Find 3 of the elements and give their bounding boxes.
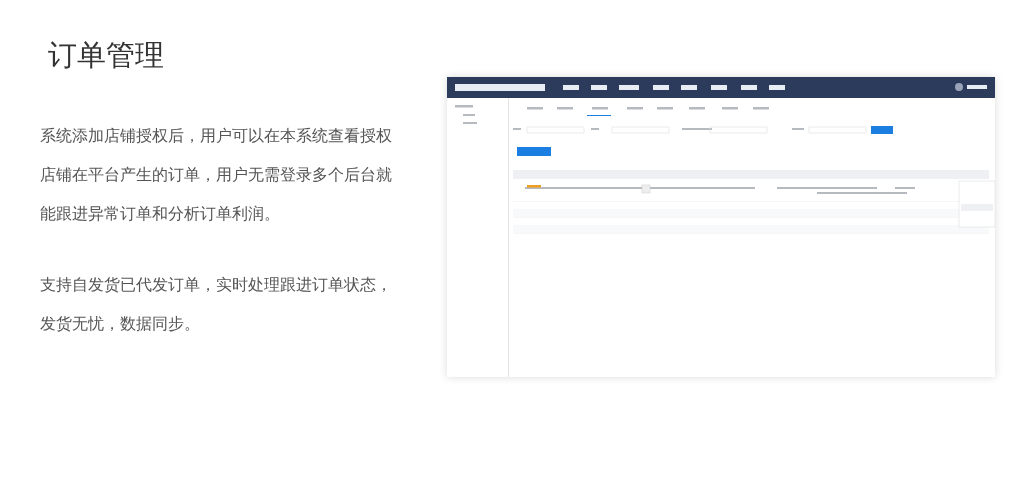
description-text: 支持自发货已代发订单，实时处理跟进订单状态，发货无忧，数据同步。	[40, 274, 393, 335]
description-text: 系统添加店铺授权后，用户可以在本系统查看授权店铺在平台产生的订单，用户无需登录多个后台就能跟进异常订单和分析订单利润。	[40, 125, 393, 225]
section-title: 订单管理	[48, 37, 165, 74]
